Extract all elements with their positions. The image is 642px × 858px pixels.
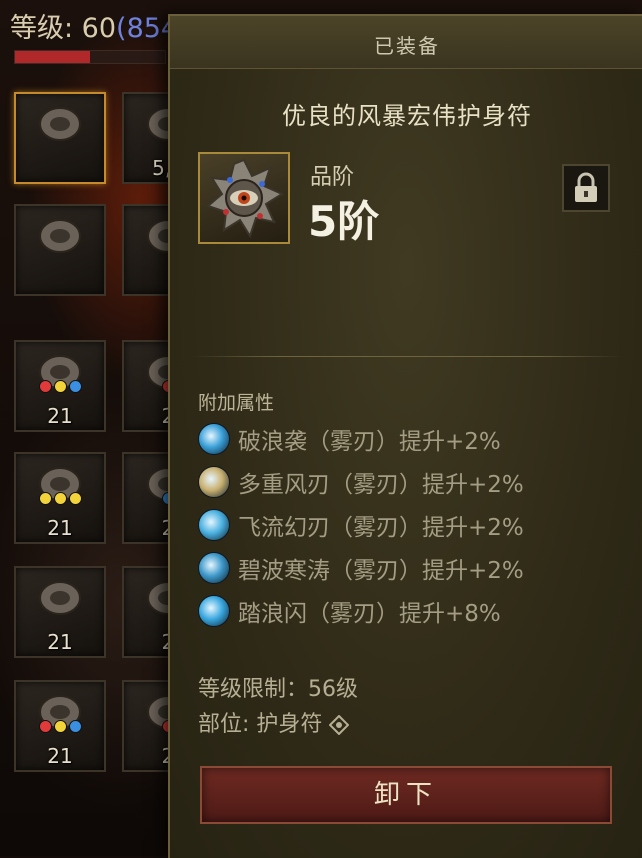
section-divider	[192, 356, 622, 357]
attribute-text: 破浪袭（雾刃）提升+2%	[238, 429, 501, 455]
gem-icon	[53, 492, 67, 505]
amulet-icon	[198, 152, 290, 244]
gem-sockets	[16, 378, 104, 397]
attributes-title: 附加属性	[198, 392, 275, 414]
gem-icon	[38, 492, 52, 505]
inventory-slot[interactable]	[14, 92, 106, 184]
attribute-text: 踏浪闪（雾刃）提升+8%	[238, 601, 501, 627]
attribute-row: 破浪袭（雾刃）提升+2%	[198, 422, 501, 455]
gem-icon	[68, 380, 82, 393]
equip-slot-line: 部位: 护身符	[198, 706, 350, 738]
inventory-slot[interactable]: 21	[14, 340, 106, 432]
inventory-slot[interactable]: 21	[14, 680, 106, 772]
attribute-text: 飞流幻刃（雾刃）提升+2%	[238, 515, 524, 541]
attribute-row: 碧波寒涛（雾刃）提升+2%	[198, 551, 524, 584]
equipment-icon	[30, 100, 90, 144]
item-tooltip-panel: 已装备 优良的风暴宏伟护身符 品阶 5阶 附加属性 破浪袭（雾刃）提升+2% 多重…	[168, 14, 642, 858]
unequip-button[interactable]: 卸下	[200, 766, 612, 824]
attribute-text: 多重风刃（雾刃）提升+2%	[238, 472, 524, 498]
multi-wind-blade-icon	[198, 466, 230, 498]
slot-count: 21	[47, 630, 73, 654]
slot-count: 21	[47, 404, 73, 428]
gem-icon	[53, 720, 67, 733]
gem-icon	[38, 720, 52, 733]
item-name: 优良的风暴宏伟护身符	[282, 102, 532, 130]
equipped-status: 已装备	[374, 34, 440, 58]
slot-count: 21	[47, 744, 73, 768]
slot-text: 部位: 护身符	[198, 712, 323, 737]
gem-icon	[68, 720, 82, 733]
attribute-row: 飞流幻刃（雾刃）提升+2%	[198, 508, 524, 541]
padlock-icon	[575, 172, 597, 202]
slot-count: 21	[47, 516, 73, 540]
attribute-row: 踏浪闪（雾刃）提升+8%	[198, 594, 501, 627]
tier-value: 5阶	[308, 197, 380, 246]
lock-button[interactable]	[562, 164, 610, 212]
inventory-slot[interactable]: 21	[14, 566, 106, 658]
wave-dash-icon	[198, 595, 230, 627]
cold-wave-icon	[198, 552, 230, 584]
level-requirement: 等级限制：56级	[198, 677, 358, 702]
inventory-slot[interactable]	[14, 204, 106, 296]
health-bar-fill	[15, 51, 90, 63]
gem-sockets	[16, 718, 104, 737]
attribute-row: 多重风刃（雾刃）提升+2%	[198, 465, 524, 498]
gem-icon	[38, 380, 52, 393]
gem-icon	[53, 380, 67, 393]
equipment-icon	[30, 212, 90, 256]
gem-sockets	[16, 490, 104, 509]
gem-icon	[68, 492, 82, 505]
tier-label: 品阶	[310, 165, 355, 190]
attribute-text: 碧波寒涛（雾刃）提升+2%	[238, 558, 524, 584]
health-bar	[14, 50, 166, 64]
character-level: 等级: 60(854	[10, 6, 178, 45]
wave-strike-icon	[198, 423, 230, 455]
inventory-slot[interactable]: 21	[14, 452, 106, 544]
equipment-icon	[30, 574, 90, 618]
flowing-blade-icon	[198, 509, 230, 541]
amulet-slot-icon	[328, 714, 350, 736]
level-label: 等级: 60	[10, 13, 117, 44]
